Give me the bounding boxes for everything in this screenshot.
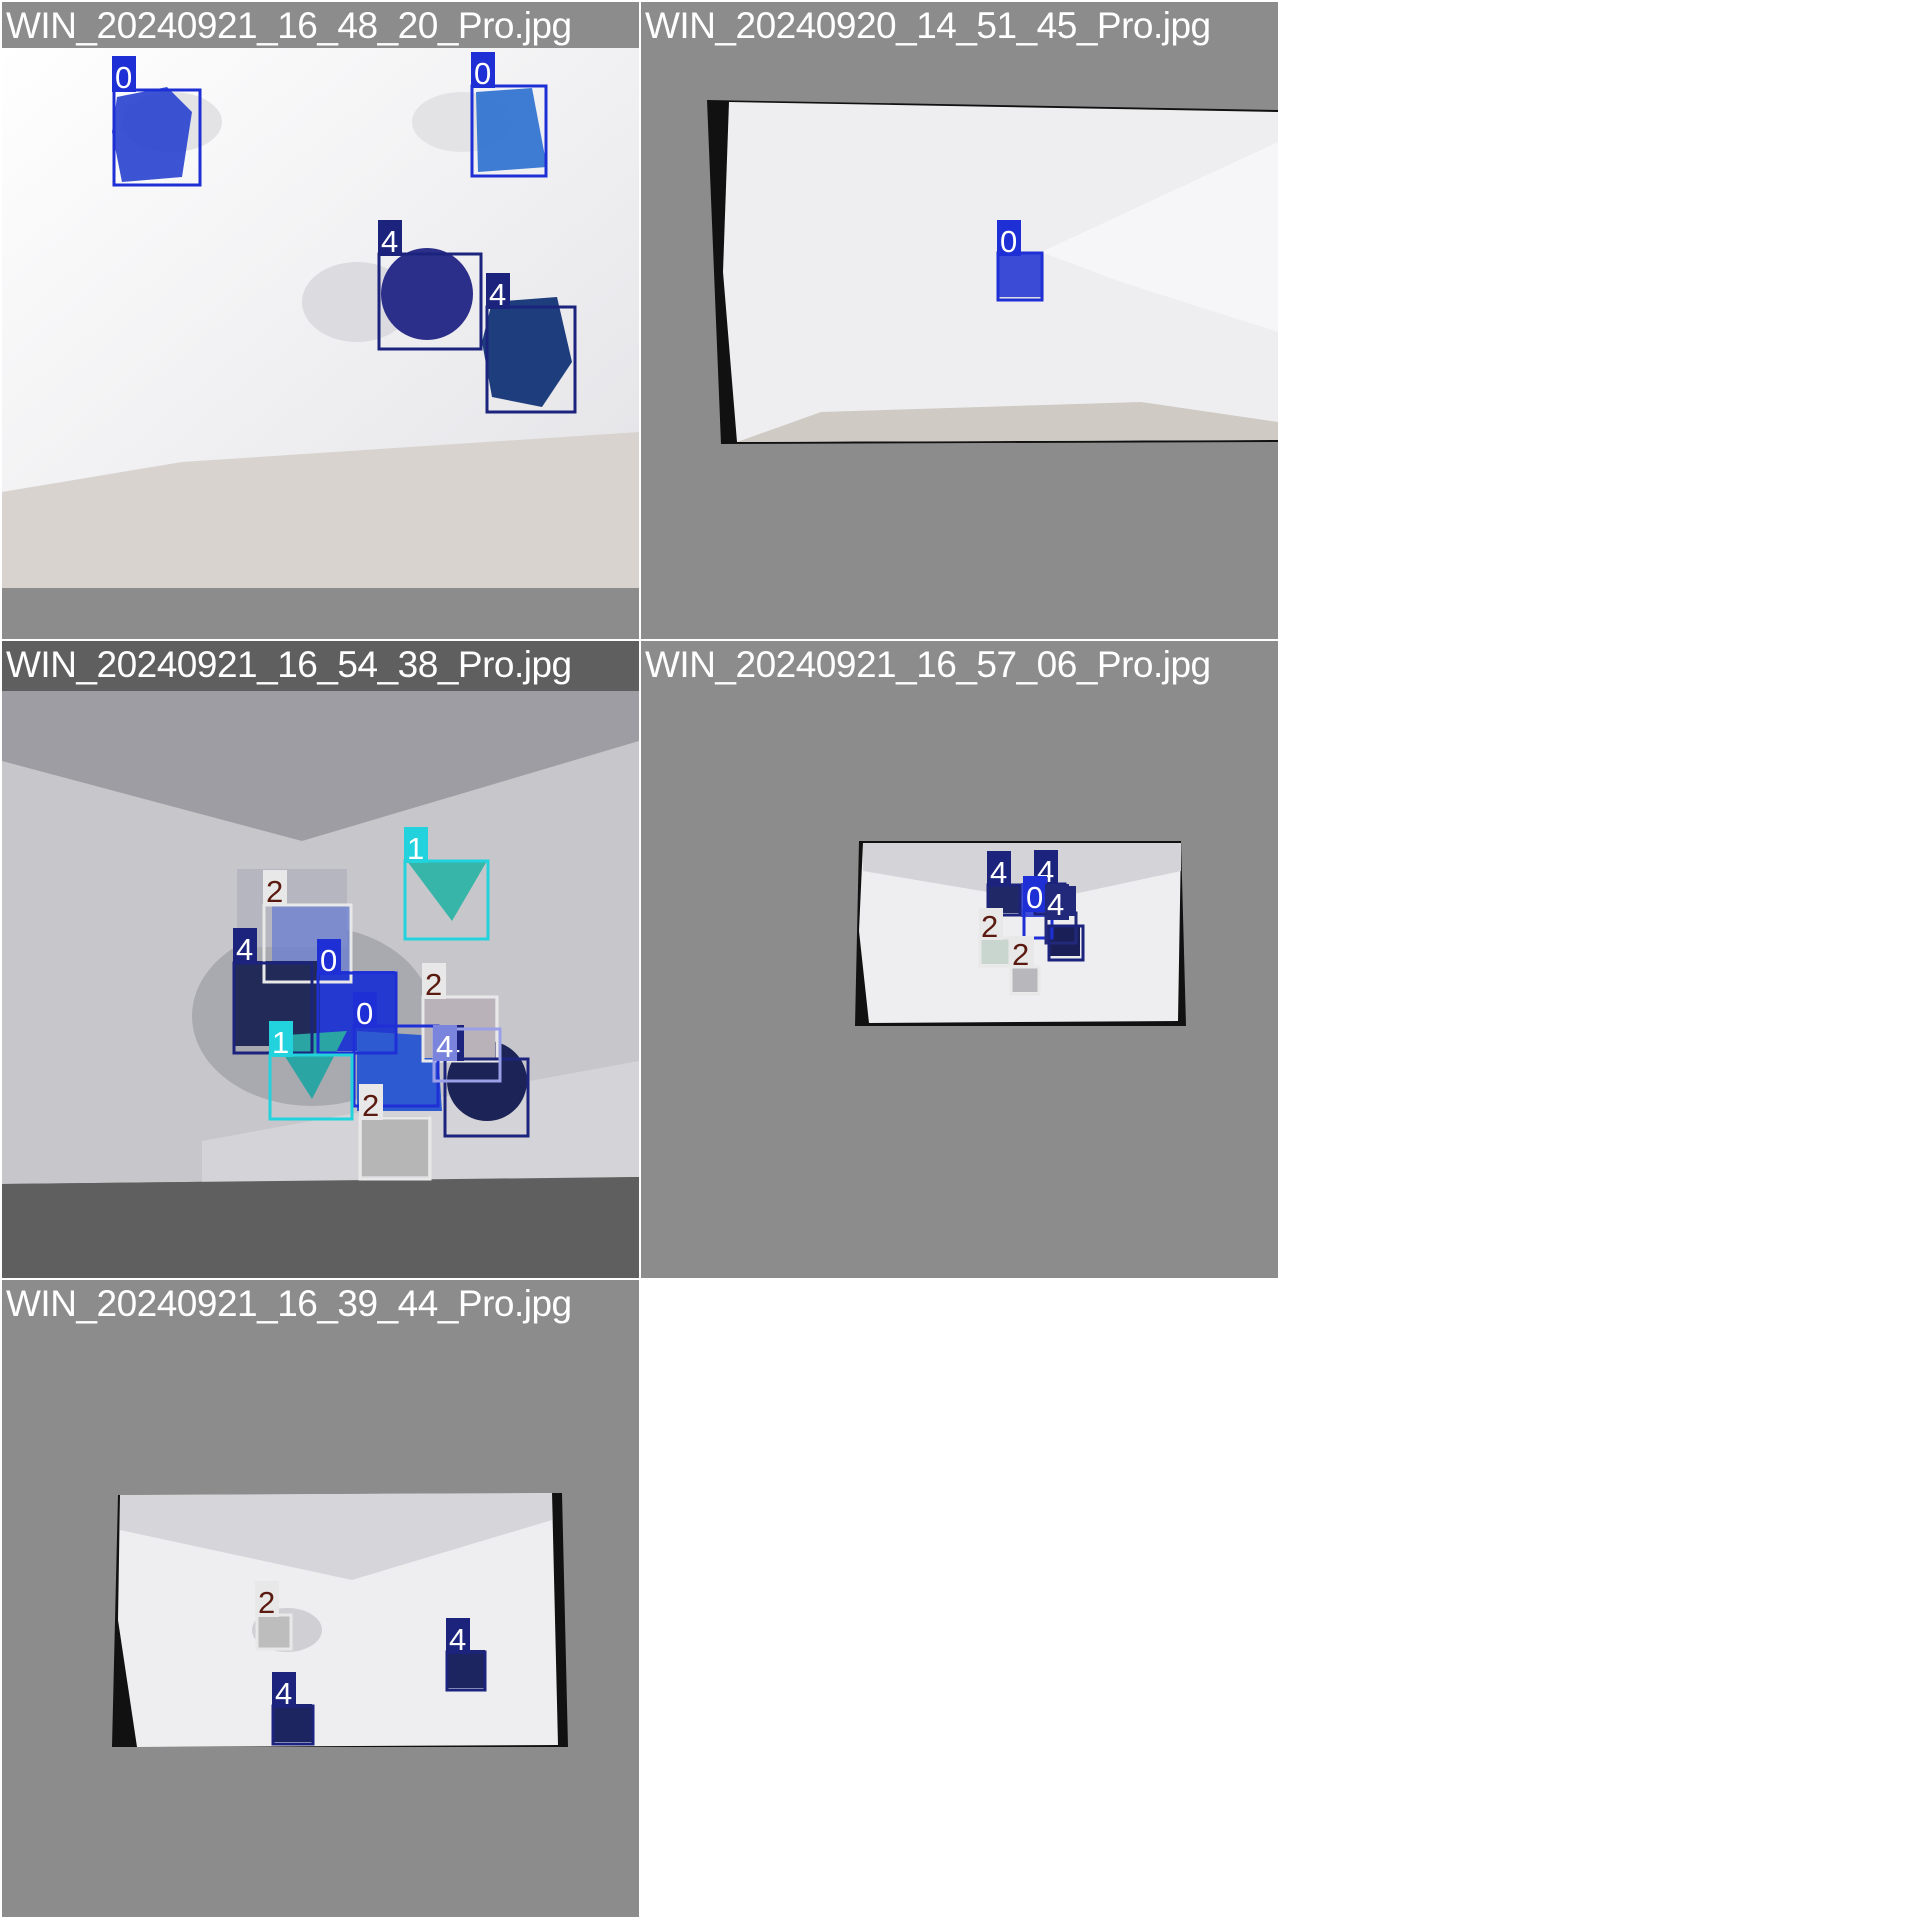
detection-box: 0 [996,220,1044,302]
detection-box: 2 [255,1581,293,1651]
detection-label: 2 [425,967,442,1002]
tile-filename: WIN_20240921_16_48_20_Pro.jpg [6,5,572,46]
image-tile-4: WIN_20240921_16_57_06_Pro.jpg 4 4 0 4 2 [641,641,1278,1278]
detection-label: 4 [436,1029,453,1064]
image-tile-3: WIN_20240921_16_54_38_Pro.jpg 1 2 4 0 2 [2,641,639,1278]
detection-label: 0 [474,56,491,91]
detection-box: 2 [358,1084,432,1181]
detection-label: 4 [236,932,253,967]
detection-label: 0 [115,60,132,95]
image-tile-2: WIN_20240920_14_51_45_Pro.jpg 0 [641,2,1278,639]
tile-filename: WIN_20240921_16_54_38_Pro.jpg [6,644,572,685]
detection-label: 4 [1047,887,1064,922]
detection-label: 1 [407,831,424,866]
detection-label: 2 [362,1088,379,1123]
detection-box: 4 [377,220,483,351]
detections-3: 1 2 4 0 2 0 1 2 4 [232,827,530,1181]
detection-label: 0 [356,996,373,1031]
detection-label: 0 [1000,224,1017,259]
detection-label: 4 [275,1676,292,1711]
tile-filename: WIN_20240921_16_57_06_Pro.jpg [645,644,1211,685]
detections-1: 0 0 4 4 [112,52,577,414]
detection-box: 4 [986,851,1022,917]
detection-label: 4 [489,277,506,312]
detection-label: 2 [266,874,283,909]
detection-box: 4 [485,273,577,414]
detections-5: 2 4 4 [255,1581,487,1746]
detection-label: 4 [990,855,1007,890]
image-tile-5: WIN_20240921_16_39_44_Pro.jpg 2 4 4 [2,1280,639,1917]
detection-box: 4 [432,1025,502,1083]
detection-label: 0 [320,943,337,978]
image-tile-1: WIN_20240921_16_48_20_Pro.jpg 0 0 4 4 [2,2,639,639]
detection-box: 2 [978,908,1012,968]
detection-label: 2 [981,909,998,944]
detection-label: 4 [381,224,398,259]
detection-label: 1 [272,1025,289,1060]
detection-label: 0 [1026,880,1043,915]
tile-filename: WIN_20240920_14_51_45_Pro.jpg [645,5,1211,46]
detection-label: 4 [449,1622,466,1657]
detection-label: 2 [258,1585,275,1620]
detection-label: 2 [1012,937,1029,972]
detection-box: 4 [445,1618,487,1692]
detection-box: 0 [112,56,202,187]
tile-filename: WIN_20240921_16_39_44_Pro.jpg [6,1283,572,1324]
detections-4: 4 4 0 4 2 2 [978,850,1085,996]
detection-box: 1 [403,827,490,941]
detection-box: 4 [271,1672,315,1746]
detections-2: 0 [996,220,1044,302]
detection-box: 2 [1009,936,1041,996]
detection-box: 0 [470,52,548,178]
